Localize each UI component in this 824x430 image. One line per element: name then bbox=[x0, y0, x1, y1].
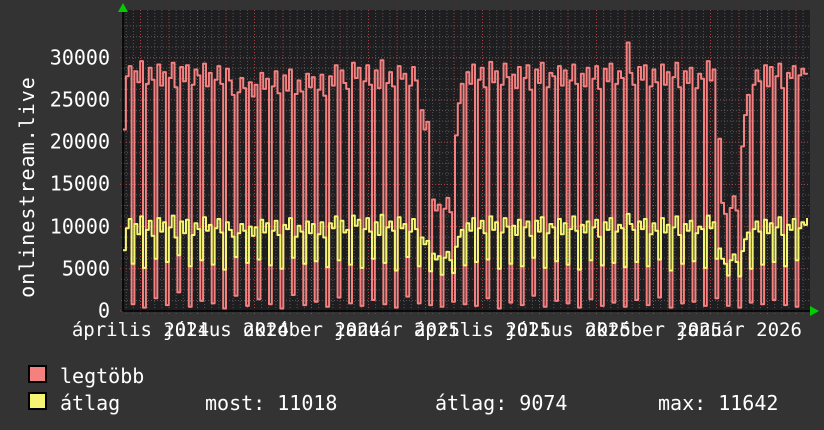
legend-swatch-legtobb bbox=[28, 365, 47, 383]
x-tick-label: január 2026 bbox=[676, 319, 802, 341]
legend-label-atlag: átlag bbox=[60, 391, 121, 415]
y-axis-arrow-icon bbox=[118, 3, 128, 12]
stat-most: most: 11018 bbox=[205, 391, 338, 415]
y-tick-label: 10000 bbox=[49, 214, 110, 239]
y-tick-label: 5000 bbox=[61, 256, 110, 281]
y-tick-label: 20000 bbox=[49, 129, 110, 154]
y-tick-label: 30000 bbox=[49, 45, 110, 70]
x-axis-arrow-icon bbox=[810, 306, 819, 316]
legend-label-legtobb: legtöbb bbox=[60, 364, 145, 388]
y-tick-label: 15000 bbox=[49, 171, 110, 196]
stat-max: max: 11642 bbox=[658, 391, 779, 415]
y-tick-label: 25000 bbox=[49, 87, 110, 112]
stat-atlag: átlag: 9074 bbox=[435, 391, 568, 415]
legend-swatch-atlag bbox=[28, 392, 47, 410]
